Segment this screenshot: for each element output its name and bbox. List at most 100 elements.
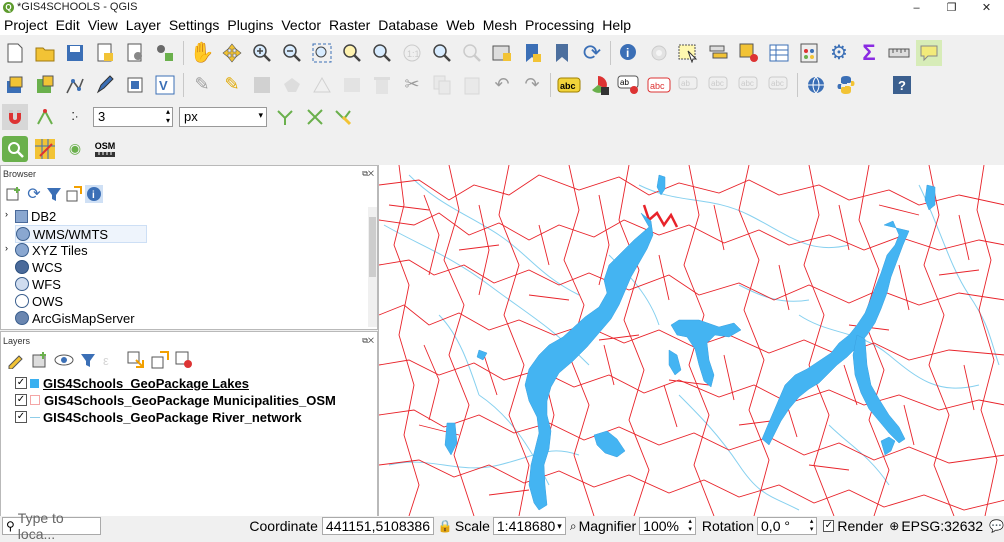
remove-layer-icon[interactable] xyxy=(174,350,194,370)
layout-manager-icon[interactable] xyxy=(122,40,148,66)
virtual-layer-icon[interactable]: V xyxy=(152,72,178,98)
menu-edit[interactable]: Edit xyxy=(52,16,84,35)
render-checkbox[interactable]: ✓ xyxy=(823,520,835,532)
refresh-icon[interactable]: ⟳ xyxy=(579,40,605,66)
map-tips-icon[interactable] xyxy=(916,39,942,66)
browser-scrollbar[interactable] xyxy=(368,207,377,327)
layer-row-lakes[interactable]: ✓ GIS4Schools_GeoPackage Lakes xyxy=(15,375,249,391)
filter-expression-icon[interactable]: ε xyxy=(102,350,122,370)
locate-icon[interactable] xyxy=(2,135,28,162)
menu-web[interactable]: Web xyxy=(442,16,479,35)
rotate-label-icon[interactable]: abc xyxy=(736,72,762,98)
close-button[interactable]: ✕ xyxy=(969,0,1004,16)
processing-toolbox-icon[interactable]: ⚙ xyxy=(826,40,852,66)
modify-attributes-icon[interactable] xyxy=(339,72,365,98)
digitize-vertex-icon[interactable] xyxy=(62,72,88,98)
tolerance-input[interactable]: 3 ▴ ▾ xyxy=(93,106,173,127)
coordinate-field[interactable]: 441151,5108386 xyxy=(321,517,434,535)
data-source-manager-icon[interactable] xyxy=(2,72,28,98)
crs-icon[interactable]: ⊕ xyxy=(889,519,899,533)
zoom-layer-icon[interactable] xyxy=(369,40,395,66)
zoom-out-icon[interactable] xyxy=(279,40,305,66)
filter-legend-icon[interactable] xyxy=(78,350,98,370)
delete-selected-icon[interactable] xyxy=(369,72,395,98)
undo-icon[interactable]: ↶ xyxy=(489,72,515,98)
rotation-field[interactable]: 0,0 ° ▴ ▾ xyxy=(757,517,818,535)
new-geopackage-layer-icon[interactable] xyxy=(32,72,58,98)
print-layout-icon[interactable] xyxy=(92,40,118,66)
label-properties-icon[interactable]: abc xyxy=(706,72,732,98)
tracing-icon[interactable] xyxy=(332,104,358,130)
map-svg[interactable] xyxy=(379,165,1004,516)
menu-project[interactable]: Project xyxy=(0,16,52,35)
crs-label[interactable]: EPSG:32632 xyxy=(901,518,983,534)
collapse-all-icon[interactable] xyxy=(65,185,83,203)
move-label-icon[interactable]: ab xyxy=(676,72,702,98)
zoom-in-icon[interactable] xyxy=(249,40,275,66)
magnet-icon[interactable] xyxy=(2,103,28,130)
temporary-layer-icon[interactable] xyxy=(122,72,148,98)
enable-properties-icon[interactable]: i xyxy=(85,185,103,203)
cut-features-icon[interactable]: ✂ xyxy=(399,72,425,98)
add-feature-icon[interactable] xyxy=(279,72,305,98)
diagram-options-icon[interactable] xyxy=(586,72,612,98)
browser-item-wcs[interactable]: WCS xyxy=(15,259,62,275)
layer-row-rivers[interactable]: ✓ GIS4Schools_GeoPackage River_network xyxy=(15,409,302,425)
identify-features-icon[interactable]: i xyxy=(616,40,642,66)
pin-labels-icon[interactable]: ab xyxy=(616,72,642,98)
menu-mesh[interactable]: Mesh xyxy=(479,16,521,35)
new-map-view-icon[interactable] xyxy=(489,40,515,66)
zoom-selection-icon[interactable] xyxy=(339,40,365,66)
map-canvas[interactable] xyxy=(378,165,1004,516)
field-calculator-icon[interactable] xyxy=(796,40,822,66)
menu-processing[interactable]: Processing xyxy=(521,16,598,35)
expand-all-icon[interactable] xyxy=(126,350,146,370)
edit-pencil-icon[interactable]: ✎ xyxy=(189,72,215,98)
annotation-icon[interactable] xyxy=(92,72,118,98)
layer-styling-icon[interactable] xyxy=(6,350,26,370)
menu-settings[interactable]: Settings xyxy=(165,16,224,35)
scale-field[interactable]: 1:418680 ▾ xyxy=(492,517,566,535)
collapse-all-layers-icon[interactable] xyxy=(150,350,170,370)
tolerance-unit-select[interactable]: px ▾ xyxy=(179,106,267,127)
manage-visibility-icon[interactable] xyxy=(54,350,74,370)
style-manager-icon[interactable] xyxy=(152,40,178,66)
paste-features-icon[interactable] xyxy=(459,72,485,98)
save-project-icon[interactable] xyxy=(62,40,88,66)
menu-vector[interactable]: Vector xyxy=(277,16,325,35)
python-console-icon[interactable] xyxy=(833,72,859,98)
pan-to-selection-icon[interactable] xyxy=(219,40,245,66)
deselect-features-icon[interactable] xyxy=(736,40,762,66)
menu-plugins[interactable]: Plugins xyxy=(223,16,277,35)
snap-segment-icon[interactable]: ⁚· xyxy=(62,104,88,130)
label-toolbar-icon[interactable]: abc xyxy=(556,72,582,98)
maximize-button[interactable]: ❐ xyxy=(934,0,969,16)
select-by-value-icon[interactable] xyxy=(706,40,732,66)
layer-visibility-checkbox[interactable]: ✓ xyxy=(15,377,27,389)
minimize-button[interactable]: – xyxy=(899,0,934,16)
layer-visibility-checkbox[interactable]: ✓ xyxy=(15,394,27,406)
browser-item-ows[interactable]: OWS xyxy=(15,293,63,309)
pan-map-icon[interactable]: ✋ xyxy=(189,40,215,66)
browser-item-wms[interactable]: WMS/WMTS xyxy=(15,225,147,243)
panel-float-close-icon[interactable]: ⧉✕ xyxy=(362,336,374,346)
metasearch-icon[interactable] xyxy=(803,72,829,98)
plugin-globe-icon[interactable]: ◉ xyxy=(62,136,88,162)
topological-editing-icon[interactable] xyxy=(272,104,298,130)
run-action-icon[interactable] xyxy=(646,40,672,66)
copy-features-icon[interactable] xyxy=(429,72,455,98)
browser-item-xyz[interactable]: XYZ Tiles xyxy=(15,242,88,258)
zoom-last-icon[interactable] xyxy=(429,40,455,66)
save-edits-icon[interactable] xyxy=(249,72,275,98)
open-project-icon[interactable] xyxy=(32,40,58,66)
show-bookmarks-icon[interactable] xyxy=(549,40,575,66)
redo-icon[interactable]: ↷ xyxy=(519,72,545,98)
snap-to-vertex-icon[interactable] xyxy=(32,104,58,130)
help-icon[interactable]: ? xyxy=(889,72,915,98)
statistics-icon[interactable]: Σ xyxy=(856,40,882,66)
locator-search[interactable]: ⚲ Type to loca... xyxy=(2,510,102,542)
magnifier-field[interactable]: 100% ▴ ▾ xyxy=(639,517,696,535)
attribute-table-icon[interactable] xyxy=(766,40,792,66)
snap-intersection-icon[interactable] xyxy=(302,104,328,130)
layer-row-municipalities[interactable]: ✓ GIS4Schools_GeoPackage Municipalities_… xyxy=(15,392,336,408)
